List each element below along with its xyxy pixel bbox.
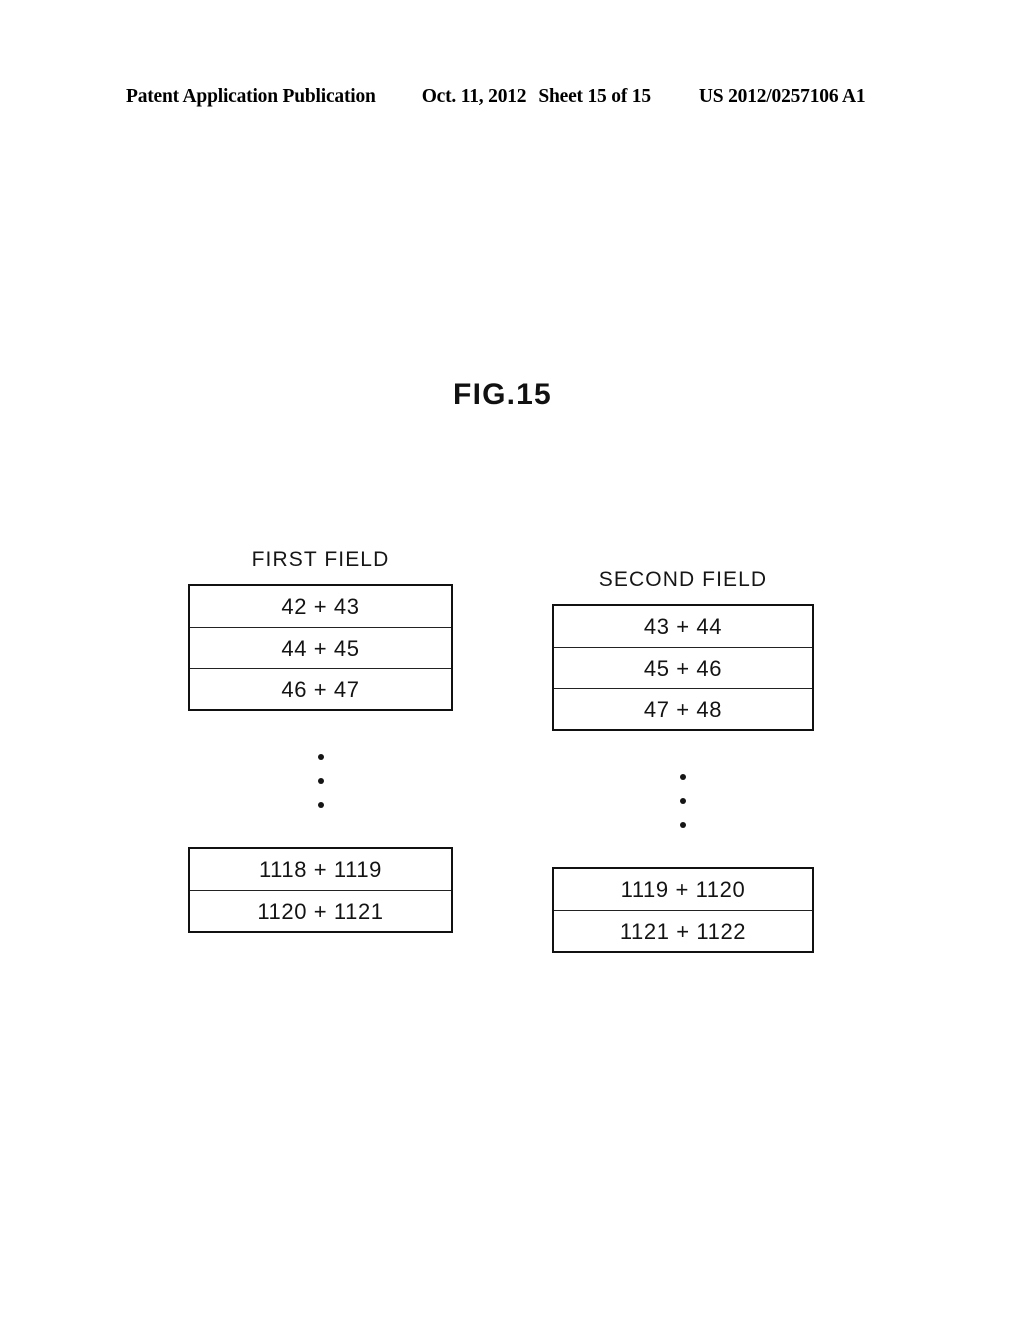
table-row: 47 + 48	[554, 688, 812, 729]
table-row: 42 + 43	[281, 594, 360, 619]
header-patent-number: US 2012/0257106 A1	[698, 86, 866, 107]
table-row: 44 + 45	[190, 627, 451, 668]
first-field-column: FIRST FIELD 42 + 43 44 + 45 46 + 47 1118…	[188, 548, 453, 933]
figure-title: FIG.15	[453, 378, 552, 411]
second-field-vertical-ellipsis	[552, 765, 814, 837]
page-header: Patent Application Publication Oct. 11, …	[126, 86, 898, 114]
second-field-column: SECOND FIELD 43 + 44 45 + 46 47 + 48 111…	[552, 568, 814, 953]
ellipsis-dot	[317, 754, 324, 760]
header-publication-label: Patent Application Publication	[126, 86, 376, 107]
second-field-label: SECOND FIELD	[598, 568, 768, 591]
first-field-label: FIRST FIELD	[251, 548, 390, 571]
table-row: 1118 + 1119	[258, 857, 383, 882]
first-field-vertical-ellipsis	[188, 745, 453, 817]
header-date: Oct. 11, 2012	[421, 86, 527, 107]
ellipsis-dot	[317, 778, 324, 784]
ellipsis-dot	[680, 798, 686, 804]
table-row: 46 + 47	[190, 668, 451, 709]
table-row: 1121 + 1122	[554, 910, 812, 951]
second-field-top-table: 43 + 44 45 + 46 47 + 48	[552, 604, 814, 731]
ellipsis-dot	[680, 774, 686, 780]
first-field-bottom-table: 1118 + 1119 1120 + 1121	[188, 847, 453, 933]
table-row: 1119 + 1120	[620, 877, 746, 902]
first-field-top-table: 42 + 43 44 + 45 46 + 47	[188, 584, 453, 711]
ellipsis-dot	[317, 802, 324, 808]
header-sheet-number: Sheet 15 of 15	[538, 86, 651, 107]
ellipsis-dot	[680, 822, 686, 828]
patent-page: Patent Application Publication Oct. 11, …	[0, 0, 1024, 1320]
second-field-bottom-table: 1119 + 1120 1121 + 1122	[552, 867, 814, 953]
table-row: 45 + 46	[554, 647, 812, 688]
table-row: 43 + 44	[643, 614, 723, 639]
table-row: 1120 + 1121	[190, 890, 451, 931]
